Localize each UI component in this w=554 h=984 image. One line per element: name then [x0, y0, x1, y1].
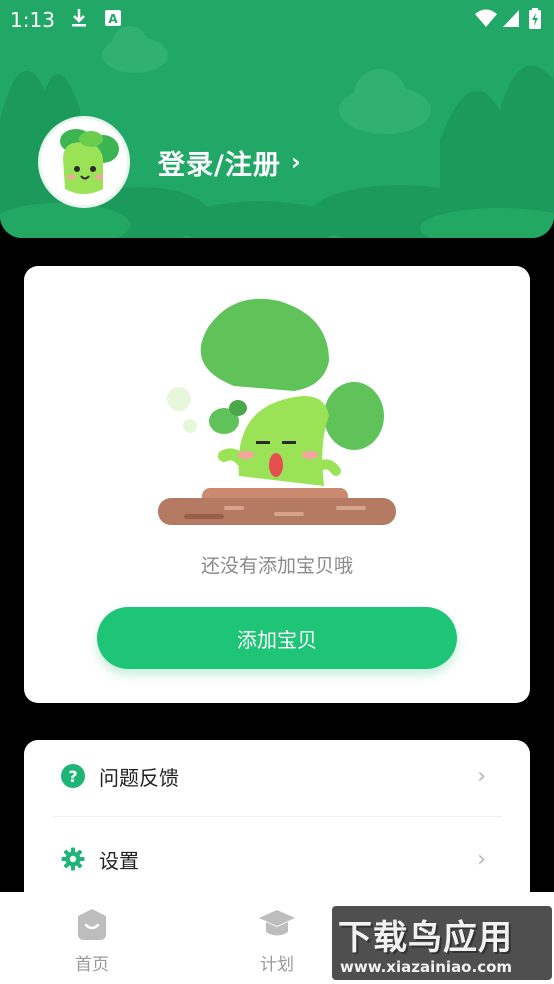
- avatar[interactable]: [38, 116, 130, 208]
- menu-item-feedback[interactable]: ? 问题反馈 ›: [24, 740, 530, 812]
- download-icon: [72, 9, 86, 27]
- menu-item-settings[interactable]: 设置 ›: [24, 823, 530, 895]
- divider: [52, 816, 502, 817]
- profile-header: 1:13 A 登录/注册 ›: [0, 0, 554, 238]
- status-bar: 1:13 A: [0, 0, 554, 38]
- signal-icon: [503, 10, 519, 27]
- empty-state-message: 还没有添加宝贝哦: [200, 555, 353, 577]
- sprout-mascot-avatar: [41, 119, 127, 205]
- menu-item-label: 设置: [99, 848, 139, 873]
- battery-icon: [529, 8, 541, 29]
- home-face-icon: [78, 909, 106, 940]
- watermark-title: 下载鸟应用: [338, 918, 513, 958]
- graduation-cap-icon: [259, 910, 295, 936]
- chevron-right-icon: ›: [290, 148, 301, 176]
- tab-label: 首页: [75, 955, 109, 975]
- chevron-right-icon: ›: [477, 846, 486, 872]
- svg-text:A: A: [108, 12, 118, 26]
- settings-menu-card: ? 问题反馈 › 设置 ›: [24, 740, 530, 910]
- tab-plan[interactable]: 计划: [237, 906, 317, 975]
- login-register-entry[interactable]: 登录/注册 ›: [38, 116, 301, 208]
- chevron-right-icon: ›: [477, 763, 486, 789]
- help-circle-icon: ?: [61, 764, 85, 788]
- status-time: 1:13: [10, 8, 55, 32]
- add-baby-button[interactable]: 添加宝贝: [97, 607, 457, 669]
- svg-text:?: ?: [68, 767, 77, 786]
- a-notification-icon: A: [105, 10, 121, 26]
- login-register-label[interactable]: 登录/注册: [158, 143, 281, 182]
- menu-item-label: 问题反馈: [99, 765, 179, 790]
- tab-label: 计划: [260, 955, 294, 975]
- sprout-mascot-illustration: [158, 298, 396, 525]
- gear-icon: [61, 847, 85, 871]
- watermark-url: www.xiazainiao.com: [340, 958, 513, 976]
- baby-empty-state-card: 还没有添加宝贝哦 添加宝贝: [24, 266, 530, 703]
- tab-home[interactable]: 首页: [52, 906, 132, 975]
- wifi-icon: [475, 9, 497, 27]
- site-watermark: 下载鸟应用 www.xiazainiao.com: [332, 906, 552, 980]
